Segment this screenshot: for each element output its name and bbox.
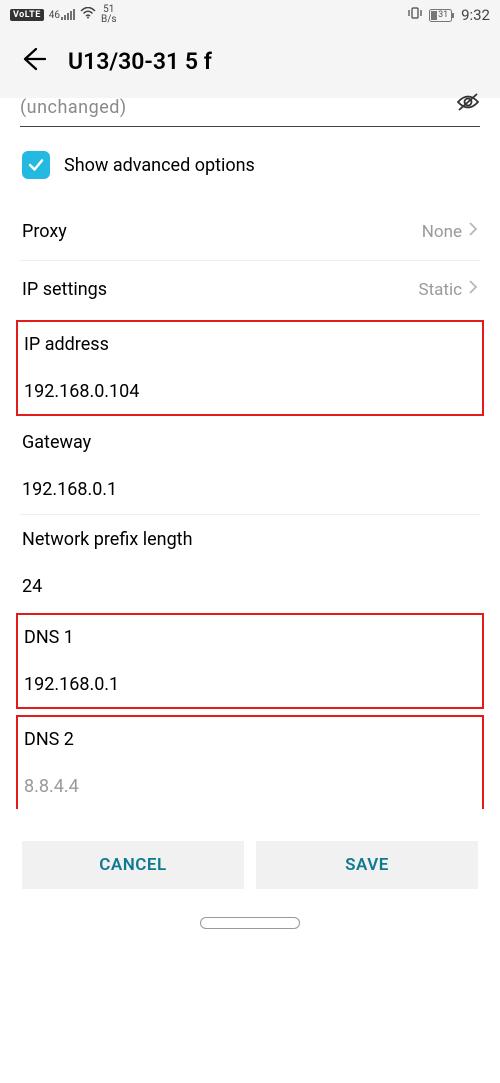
password-value: (unchanged) bbox=[20, 97, 127, 118]
chevron-right-icon bbox=[468, 221, 478, 242]
prefix-label: Network prefix length bbox=[22, 529, 478, 550]
ip-settings-label: IP settings bbox=[22, 279, 107, 300]
advanced-options-label: Show advanced options bbox=[64, 155, 255, 176]
vibrate-icon bbox=[407, 6, 423, 24]
proxy-label: Proxy bbox=[22, 221, 67, 242]
home-indicator[interactable] bbox=[200, 917, 300, 929]
battery-icon: 31 bbox=[429, 9, 455, 22]
proxy-row[interactable]: Proxy None bbox=[20, 203, 480, 261]
ip-settings-row[interactable]: IP settings Static bbox=[20, 261, 480, 318]
prefix-field[interactable]: Network prefix length 24 bbox=[20, 515, 480, 611]
clock: 9:32 bbox=[461, 6, 490, 24]
speed-indicator: 51 B/s bbox=[101, 5, 117, 25]
eye-off-icon[interactable] bbox=[456, 93, 480, 115]
ip-address-label: IP address bbox=[24, 334, 476, 355]
dns2-placeholder: 8.8.4.4 bbox=[24, 776, 476, 797]
header: U13/30-31 5 f bbox=[0, 30, 500, 98]
advanced-options-toggle[interactable]: Show advanced options bbox=[20, 127, 480, 203]
button-bar: CANCEL SAVE bbox=[0, 841, 500, 889]
prefix-value: 24 bbox=[22, 576, 478, 597]
gateway-label: Gateway bbox=[22, 432, 478, 453]
back-icon[interactable] bbox=[20, 46, 46, 76]
ip-settings-value: Static bbox=[419, 280, 463, 300]
save-button[interactable]: SAVE bbox=[256, 841, 478, 889]
gateway-value: 192.168.0.1 bbox=[22, 479, 478, 500]
chevron-right-icon bbox=[468, 279, 478, 300]
ip-address-field[interactable]: IP address 192.168.0.104 bbox=[16, 320, 484, 416]
gateway-field[interactable]: Gateway 192.168.0.1 bbox=[20, 418, 480, 515]
dns2-field[interactable]: DNS 2 8.8.4.4 bbox=[16, 715, 484, 809]
volte-badge: VoLTE bbox=[10, 9, 44, 21]
dns2-label: DNS 2 bbox=[24, 729, 476, 750]
dns1-label: DNS 1 bbox=[24, 627, 476, 648]
wifi-icon bbox=[80, 7, 96, 23]
checkbox-checked-icon bbox=[22, 151, 50, 179]
proxy-value: None bbox=[422, 222, 462, 242]
cancel-button[interactable]: CANCEL bbox=[22, 841, 244, 889]
status-bar: VoLTE 46 51 B/s 31 9:32 bbox=[0, 0, 500, 30]
password-field[interactable]: (unchanged) bbox=[20, 96, 480, 127]
ip-address-value: 192.168.0.104 bbox=[24, 381, 476, 402]
network-indicator: 46 bbox=[49, 9, 75, 21]
dns1-field[interactable]: DNS 1 192.168.0.1 bbox=[16, 613, 484, 709]
page-title: U13/30-31 5 f bbox=[68, 48, 212, 75]
dns1-value: 192.168.0.1 bbox=[24, 674, 476, 695]
